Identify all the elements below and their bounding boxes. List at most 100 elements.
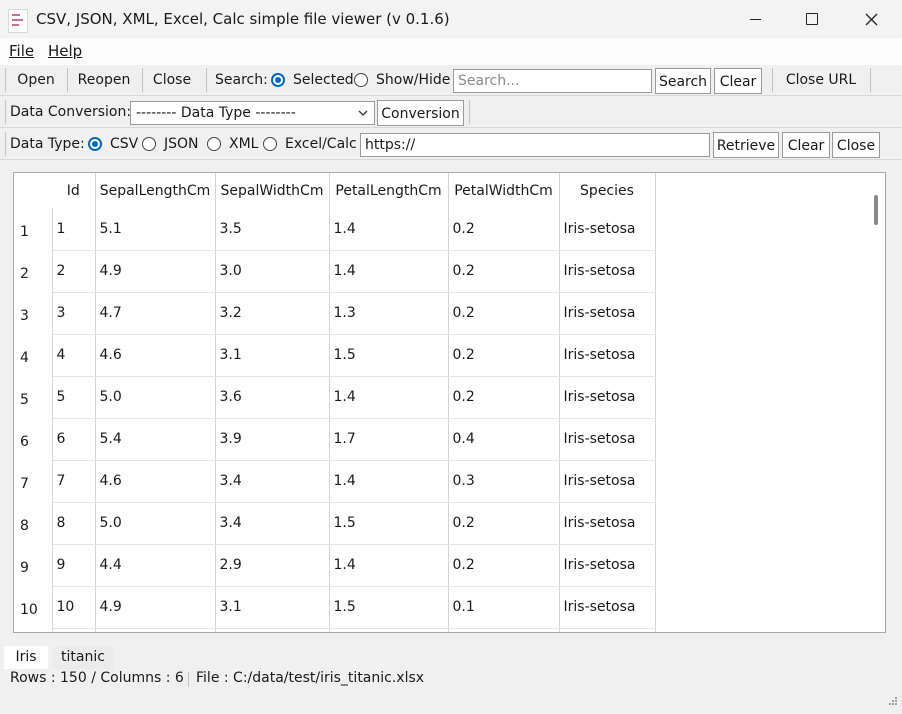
table-cell[interactable]: 0.4: [448, 418, 560, 461]
table-cell[interactable]: 0.2: [448, 628, 560, 632]
row-header[interactable]: 8: [14, 502, 53, 544]
table-cell[interactable]: Iris-setosa: [559, 502, 656, 545]
table-cell[interactable]: 3.1: [215, 334, 330, 377]
table-cell[interactable]: 5.4: [95, 628, 216, 632]
table-row[interactable]: 9 9 4.4 2.9 1.4 0.2 Iris-setosa: [14, 544, 656, 587]
sheet-tab-iris[interactable]: Iris: [4, 646, 48, 669]
table-cell[interactable]: 3.4: [215, 460, 330, 503]
table-cell[interactable]: Iris-setosa: [559, 460, 656, 503]
table-cell[interactable]: 0.2: [448, 292, 560, 335]
table-row[interactable]: 5 5 5.0 3.6 1.4 0.2 Iris-setosa: [14, 376, 656, 419]
table-cell[interactable]: 3.0: [215, 250, 330, 293]
table-cell[interactable]: 3.6: [215, 376, 330, 419]
table-cell[interactable]: 5.1: [95, 208, 216, 251]
table-cell[interactable]: 4.4: [95, 544, 216, 587]
table-cell[interactable]: 1.4: [329, 460, 449, 503]
table-row[interactable]: 11115.43.71.50.2Iris-setosa: [14, 628, 656, 632]
table-cell[interactable]: 4.9: [95, 250, 216, 293]
csv-radio[interactable]: [88, 137, 102, 151]
conversion-button[interactable]: Conversion: [377, 100, 464, 126]
table-cell[interactable]: 1.5: [329, 628, 449, 632]
table-cell[interactable]: 9: [52, 544, 96, 587]
maximize-button[interactable]: [784, 0, 840, 38]
row-header[interactable]: 5: [14, 376, 53, 418]
open-button[interactable]: Open: [10, 67, 62, 93]
json-radio[interactable]: [142, 137, 156, 151]
table-cell[interactable]: 0.2: [448, 250, 560, 293]
csv-label[interactable]: CSV: [110, 136, 138, 152]
vertical-scrollbar[interactable]: [870, 173, 885, 632]
table-cell[interactable]: 4.6: [95, 334, 216, 377]
table-cell[interactable]: 0.2: [448, 334, 560, 377]
table-cell[interactable]: 4.9: [95, 586, 216, 629]
table-cell[interactable]: 3.7: [215, 628, 330, 632]
retrieve-button[interactable]: Retrieve: [713, 132, 779, 158]
close-url-button[interactable]: Close URL: [778, 67, 864, 93]
sheet-tab-titanic[interactable]: titanic: [52, 646, 114, 669]
row-header[interactable]: 9: [14, 544, 53, 586]
table-cell[interactable]: 0.3: [448, 460, 560, 503]
table-cell[interactable]: Iris-setosa: [559, 544, 656, 587]
table-row[interactable]: 3 3 4.7 3.2 1.3 0.2 Iris-setosa: [14, 292, 656, 335]
column-header[interactable]: Species: [559, 173, 656, 208]
table-cell[interactable]: 3.4: [215, 502, 330, 545]
close-url-input-button[interactable]: Close: [832, 132, 880, 158]
json-label[interactable]: JSON: [164, 136, 199, 152]
table-cell[interactable]: 1.5: [329, 334, 449, 377]
row-header[interactable]: 6: [14, 418, 53, 460]
table-row[interactable]: 6 6 5.4 3.9 1.7 0.4 Iris-setosa: [14, 418, 656, 461]
row-header[interactable]: 1: [14, 208, 53, 250]
table-row[interactable]: 4 4 4.6 3.1 1.5 0.2 Iris-setosa: [14, 334, 656, 377]
search-button[interactable]: Search: [655, 68, 711, 94]
reopen-button[interactable]: Reopen: [72, 67, 136, 93]
table-cell[interactable]: Iris-setosa: [559, 208, 656, 251]
selected-label[interactable]: Selected: [293, 72, 354, 88]
table-cell[interactable]: Iris-setosa: [559, 334, 656, 377]
table-cell[interactable]: 1.4: [329, 544, 449, 587]
table-cell[interactable]: 3: [52, 292, 96, 335]
table-cell[interactable]: Iris-setosa: [559, 628, 656, 632]
url-input[interactable]: [360, 133, 710, 157]
data-grid[interactable]: Id SepalLengthCm SepalWidthCm PetalLengt…: [13, 172, 886, 633]
table-cell[interactable]: 5.0: [95, 502, 216, 545]
resize-grip-icon[interactable]: [888, 696, 898, 706]
menu-file[interactable]: File: [9, 42, 34, 60]
table-cell[interactable]: 1.3: [329, 292, 449, 335]
row-header[interactable]: 10: [14, 586, 53, 628]
table-cell[interactable]: 1: [52, 208, 96, 251]
close-window-button[interactable]: [843, 0, 899, 38]
table-cell[interactable]: 2.9: [215, 544, 330, 587]
row-header[interactable]: 11: [14, 628, 53, 632]
table-cell[interactable]: 11: [52, 628, 96, 632]
table-cell[interactable]: Iris-setosa: [559, 376, 656, 419]
table-cell[interactable]: 5: [52, 376, 96, 419]
table-cell[interactable]: 1.4: [329, 250, 449, 293]
table-cell[interactable]: 10: [52, 586, 96, 629]
table-cell[interactable]: 3.9: [215, 418, 330, 461]
show-hide-radio[interactable]: [354, 73, 368, 87]
table-row[interactable]: 2 2 4.9 3.0 1.4 0.2 Iris-setosa: [14, 250, 656, 293]
table-cell[interactable]: 2: [52, 250, 96, 293]
table-cell[interactable]: 6: [52, 418, 96, 461]
table-cell[interactable]: 1.4: [329, 208, 449, 251]
column-header[interactable]: Id: [52, 173, 96, 208]
row-header[interactable]: 3: [14, 292, 53, 334]
table-cell[interactable]: 0.2: [448, 544, 560, 587]
table-row[interactable]: 8 8 5.0 3.4 1.5 0.2 Iris-setosa: [14, 502, 656, 545]
search-input[interactable]: [453, 69, 652, 93]
xml-radio[interactable]: [207, 137, 221, 151]
table-row[interactable]: 10 10 4.9 3.1 1.5 0.1 Iris-setosa: [14, 586, 656, 629]
minimize-button[interactable]: [727, 0, 783, 38]
row-header[interactable]: 4: [14, 334, 53, 376]
table-cell[interactable]: 1.7: [329, 418, 449, 461]
table-cell[interactable]: 3.2: [215, 292, 330, 335]
table-cell[interactable]: 5.0: [95, 376, 216, 419]
table-cell[interactable]: 5.4: [95, 418, 216, 461]
table-cell[interactable]: 0.1: [448, 586, 560, 629]
row-header[interactable]: 7: [14, 460, 53, 502]
table-cell[interactable]: 1.5: [329, 502, 449, 545]
excel-calc-label[interactable]: Excel/Calc: [285, 136, 357, 152]
table-cell[interactable]: 0.2: [448, 208, 560, 251]
table-row[interactable]: 1 1 5.1 3.5 1.4 0.2 Iris-setosa: [14, 208, 656, 251]
excel-calc-radio[interactable]: [263, 137, 277, 151]
